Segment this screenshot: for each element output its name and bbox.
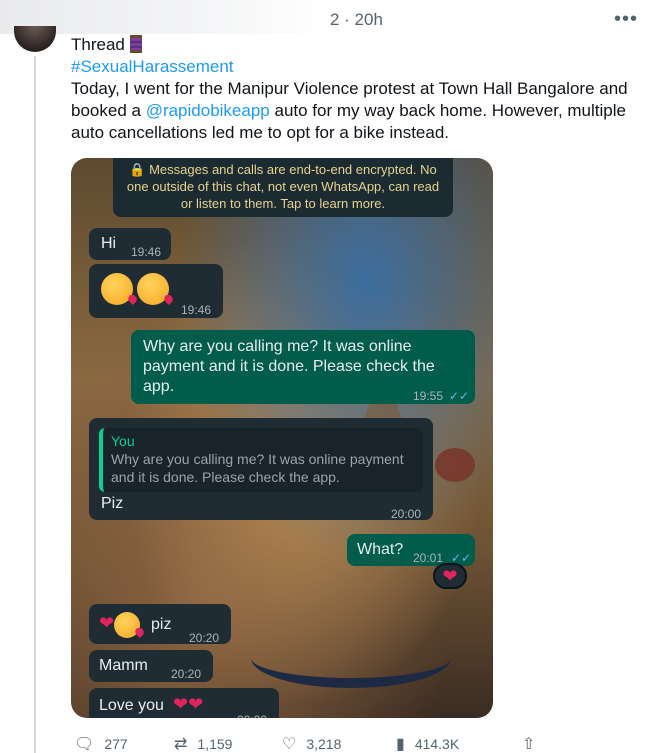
message-text: Hi — [101, 235, 117, 252]
message-time: 19:46 — [131, 245, 162, 259]
message-time: 20:20 — [237, 710, 267, 718]
kiss-emoji-icon — [101, 273, 133, 305]
thread-connector-line — [34, 56, 36, 753]
message-bubble: Hi 19:46 — [89, 228, 171, 260]
message-text: piz — [151, 616, 172, 633]
more-icon[interactable]: ••• — [614, 8, 638, 31]
message-text: Piz — [101, 495, 124, 512]
kiss-emoji-icon — [114, 612, 141, 638]
message-bubble: 19:46 — [89, 264, 223, 318]
tweet-text: Thread #SexualHarassement Today, I went … — [71, 34, 646, 144]
cat-nose-background — [435, 448, 475, 482]
like-count: 3,218 — [306, 736, 342, 752]
kiss-emoji-icon — [137, 273, 170, 305]
encryption-notice: 🔒 Messages and calls are end-to-end encr… — [113, 158, 453, 217]
message-text: Love you — [99, 697, 164, 714]
message-time: 20:20 — [171, 667, 202, 681]
message-bubble: ❤ piz 20:20 — [89, 604, 231, 645]
message-bubble: Mamm 20:20 — [89, 650, 213, 682]
message-bubble: You Why are you calling me? It was onlin… — [89, 418, 433, 521]
message-text: What? — [357, 541, 404, 558]
reply-button[interactable]: 🗨 277 — [74, 734, 128, 753]
share-button[interactable]: ⇧ — [522, 734, 535, 753]
avatar[interactable] — [14, 26, 56, 52]
heart-reaction[interactable]: ❤ — [433, 563, 467, 589]
cat-collar-background — [251, 628, 451, 688]
whatsapp-screenshot-image[interactable]: 🔒 Messages and calls are end-to-end encr… — [71, 158, 493, 718]
quoted-message[interactable]: You Why are you calling me? It was onlin… — [99, 428, 423, 492]
message-time: 20:20 — [189, 631, 220, 645]
message-bubble: Love you ❤❤ 20:20 — [89, 688, 279, 718]
views-button[interactable]: ▮ 414.3K — [396, 734, 459, 753]
reply-icon: 🗨 — [74, 736, 95, 753]
emoji-group: ❤ — [99, 612, 141, 638]
message-time: 19:55 — [413, 389, 444, 403]
retweet-button[interactable]: ⇄ 1,159 — [174, 734, 232, 753]
heart-icon: ❤ — [442, 566, 458, 586]
heart-icon: ❤ — [99, 613, 115, 634]
quote-author: You — [111, 433, 135, 449]
like-button[interactable]: ♡ 3,218 — [282, 734, 341, 753]
message-time: 19:46 — [181, 303, 212, 317]
mention-link[interactable]: @rapidobikeapp — [146, 101, 270, 120]
share-icon: ⇧ — [522, 736, 536, 753]
tweet-timestamp[interactable]: 2 · 20h — [330, 10, 383, 30]
read-ticks-icon: ✓✓ — [449, 389, 470, 403]
message-bubble: What? 20:01 ✓✓ — [347, 534, 475, 566]
tweet-action-bar: 🗨 277 ⇄ 1,159 ♡ 3,218 ▮ 414.3K ⇧ — [70, 734, 650, 753]
view-count: 414.3K — [414, 736, 460, 752]
thread-label: Thread — [71, 35, 125, 54]
like-icon: ♡ — [282, 736, 297, 753]
reply-count: 277 — [104, 736, 128, 752]
retweet-icon: ⇄ — [174, 736, 188, 753]
thread-spool-icon — [129, 35, 142, 53]
message-bubble: Why are you calling me? It was online pa… — [131, 330, 475, 404]
retweet-count: 1,159 — [197, 736, 233, 752]
message-text: Why are you calling me? It was online pa… — [143, 338, 435, 395]
hashtag-link[interactable]: #SexualHarassement — [71, 56, 646, 78]
views-icon: ▮ — [396, 736, 405, 753]
heart-icon: ❤❤ — [173, 694, 204, 714]
message-text: Mamm — [99, 657, 148, 674]
emoji-pair — [101, 273, 170, 305]
message-time: 20:00 — [391, 507, 422, 521]
quote-text: Why are you calling me? It was online pa… — [111, 451, 404, 485]
